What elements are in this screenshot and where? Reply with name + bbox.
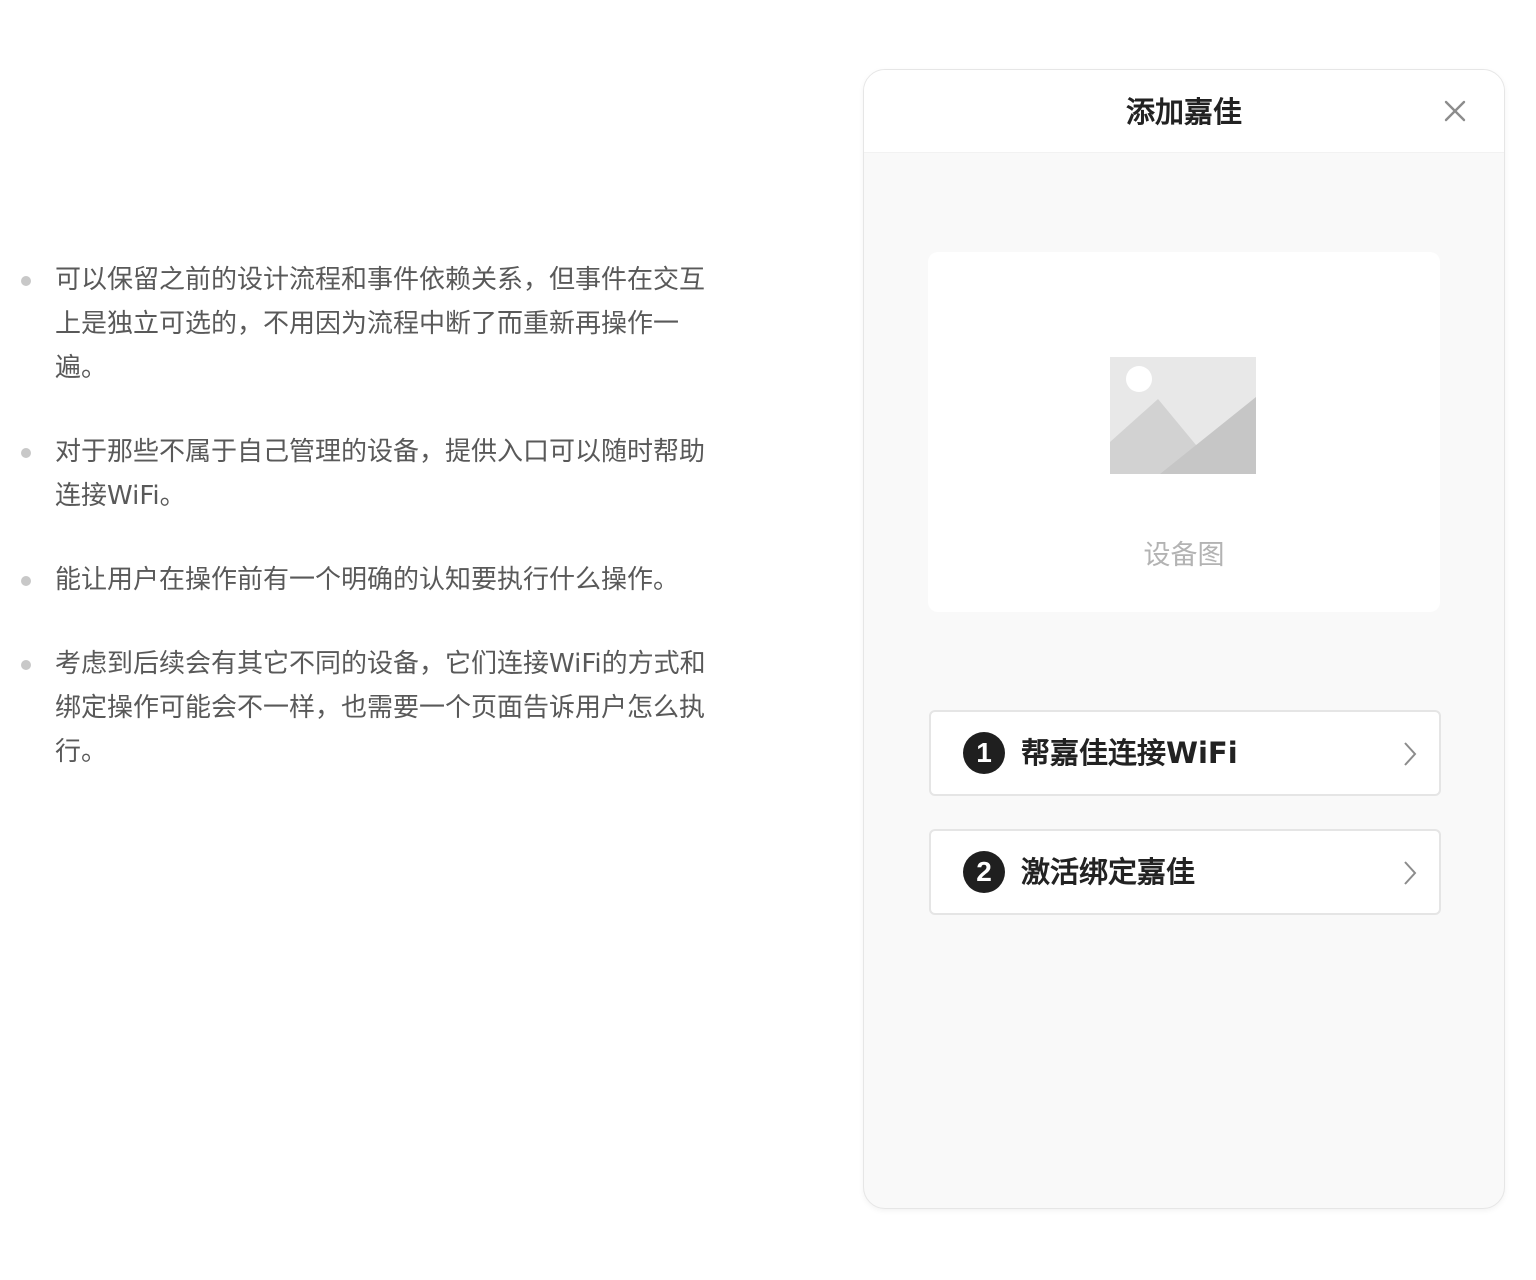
device-image-card: 设备图 <box>928 252 1440 612</box>
bullet-dot <box>21 576 31 586</box>
note-item: 能让用户在操作前有一个明确的认知要执行什么操作。 <box>0 558 740 602</box>
step-activate-bind-button[interactable]: 2 激活绑定嘉佳 <box>929 829 1441 915</box>
step-number-badge: 1 <box>963 732 1005 774</box>
bullet-dot <box>21 276 31 286</box>
chevron-right-icon <box>1404 742 1417 766</box>
panel-title: 添加嘉佳 <box>1125 95 1242 129</box>
step-label: 激活绑定嘉佳 <box>1021 855 1196 889</box>
note-text: 考虑到后续会有其它不同的设备，它们连接WiFi的方式和绑定操作可能会不一样，也需… <box>55 649 706 767</box>
note-text: 可以保留之前的设计流程和事件依赖关系，但事件在交互上是独立可选的，不用因为流程中… <box>55 265 706 383</box>
notes-list: 可以保留之前的设计流程和事件依赖关系，但事件在交互上是独立可选的，不用因为流程中… <box>0 258 740 814</box>
bullet-dot <box>21 448 31 458</box>
note-text: 对于那些不属于自己管理的设备，提供入口可以随时帮助连接WiFi。 <box>55 437 706 511</box>
step-number-badge: 2 <box>963 851 1005 893</box>
step-label: 帮嘉佳连接WiFi <box>1021 736 1238 770</box>
device-image-caption: 设备图 <box>1143 540 1225 571</box>
note-item: 对于那些不属于自己管理的设备，提供入口可以随时帮助连接WiFi。 <box>0 430 740 518</box>
step-connect-wifi-button[interactable]: 1 帮嘉佳连接WiFi <box>929 710 1441 796</box>
note-item: 可以保留之前的设计流程和事件依赖关系，但事件在交互上是独立可选的，不用因为流程中… <box>0 258 740 390</box>
image-placeholder-icon <box>1110 357 1256 474</box>
note-item: 考虑到后续会有其它不同的设备，它们连接WiFi的方式和绑定操作可能会不一样，也需… <box>0 642 740 774</box>
add-device-panel: 添加嘉佳 设备图 1 帮嘉佳连接WiFi 2 激活绑定嘉佳 <box>863 69 1505 1209</box>
note-text: 能让用户在操作前有一个明确的认知要执行什么操作。 <box>55 565 680 595</box>
panel-header: 添加嘉佳 <box>864 70 1504 153</box>
chevron-right-icon <box>1404 861 1417 885</box>
bullet-dot <box>21 660 31 670</box>
close-icon[interactable] <box>1440 96 1470 126</box>
